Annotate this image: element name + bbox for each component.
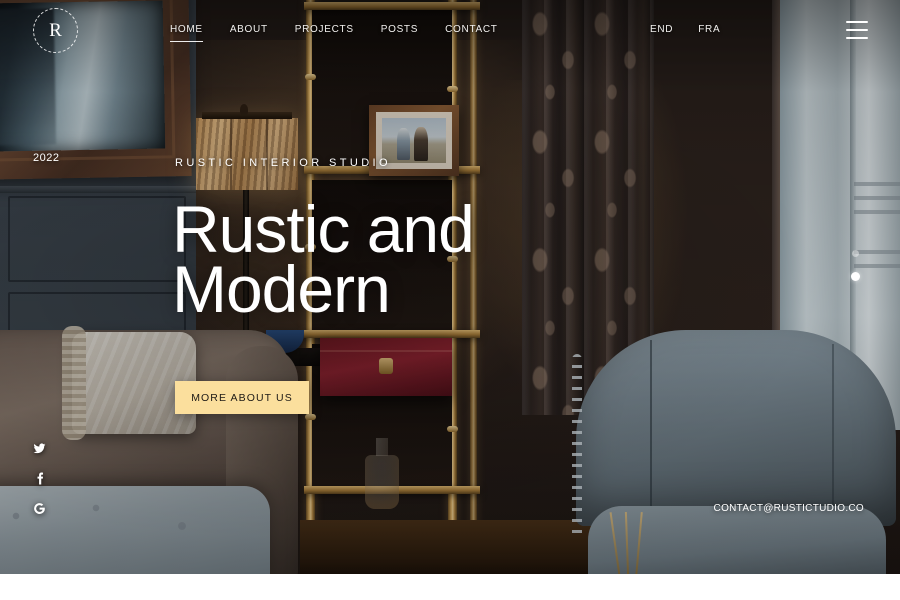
nav-item-about[interactable]: ABOUT xyxy=(230,24,268,41)
slider-dots xyxy=(851,250,860,281)
site-logo[interactable]: R xyxy=(33,8,78,53)
hero-eyebrow: RUSTIC INTERIOR STUDIO xyxy=(175,157,391,169)
nav-item-posts[interactable]: POSTS xyxy=(381,24,418,41)
nav-item-contact[interactable]: CONTACT xyxy=(445,24,498,41)
social-links-rail xyxy=(31,440,48,517)
main-nav-links: HOME ABOUT PROJECTS POSTS CONTACT xyxy=(170,24,498,42)
language-option-fra[interactable]: FRA xyxy=(698,24,720,35)
page-below-hero xyxy=(0,574,900,600)
burger-bar xyxy=(846,37,868,39)
hamburger-menu-icon[interactable] xyxy=(846,21,868,39)
nav-item-home[interactable]: HOME xyxy=(170,24,203,42)
slider-dot-2-active[interactable] xyxy=(851,272,860,281)
twitter-icon[interactable] xyxy=(31,440,48,457)
twitter-bird-glyph xyxy=(33,443,46,454)
top-navigation-bar: R HOME ABOUT PROJECTS POSTS CONTACT END … xyxy=(0,0,900,62)
hero-year: 2022 xyxy=(33,152,60,164)
burger-bar xyxy=(846,21,868,23)
google-icon[interactable] xyxy=(31,500,48,517)
more-about-us-button[interactable]: MORE ABOUT US xyxy=(175,381,309,414)
hero-section: R HOME ABOUT PROJECTS POSTS CONTACT END … xyxy=(0,0,900,574)
burger-bar xyxy=(846,29,868,31)
facebook-icon[interactable] xyxy=(31,470,48,487)
logo-letter: R xyxy=(49,19,62,41)
headline-line-2: Modern xyxy=(172,252,391,326)
language-option-end[interactable]: END xyxy=(650,24,673,35)
nav-item-projects[interactable]: PROJECTS xyxy=(295,24,354,41)
hero-headline: Rustic and Modern xyxy=(172,196,475,322)
language-switcher: END FRA xyxy=(650,24,720,35)
facebook-f-glyph xyxy=(37,472,44,485)
google-g-glyph xyxy=(34,503,45,514)
slider-dot-1[interactable] xyxy=(852,250,859,257)
contact-email-link[interactable]: CONTACT@RUSTICTUDIO.CO xyxy=(714,503,864,514)
